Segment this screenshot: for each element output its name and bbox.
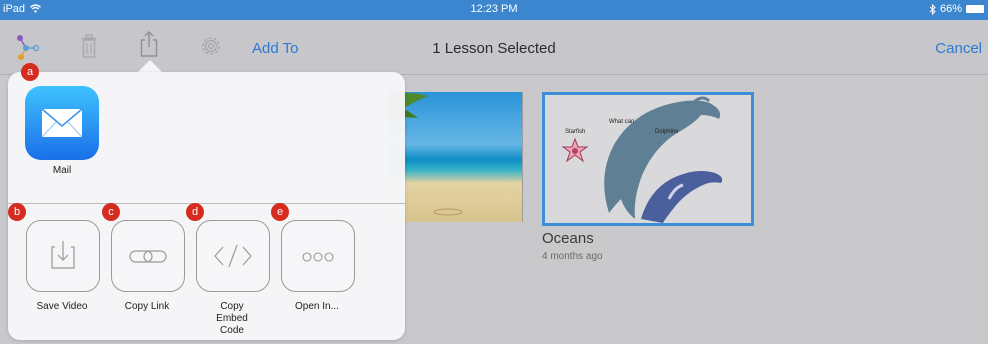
battery-icon	[966, 5, 984, 13]
annotation-badge-e: e	[271, 203, 289, 221]
share-sheet: Mail Save Video Copy Link Copy Embed Cod…	[8, 72, 405, 340]
slide-label-dolphins: Dolphins	[655, 129, 679, 135]
annotation-badge-c: c	[102, 203, 120, 221]
share-sheet-divider	[8, 203, 405, 204]
slide-label-question: What can	[609, 119, 635, 125]
envelope-icon	[41, 108, 83, 138]
mail-app-label: Mail	[52, 165, 72, 176]
status-time: 12:23 PM	[470, 3, 518, 15]
open-in-label: Open In...	[295, 301, 339, 312]
cancel-button[interactable]: Cancel	[935, 40, 982, 57]
palm-leaves-image	[387, 93, 463, 216]
page-title: 1 Lesson Selected	[432, 40, 556, 57]
open-in-button[interactable]	[281, 220, 355, 292]
lesson-title[interactable]: Oceans	[542, 230, 594, 247]
annotation-badge-a: a	[21, 63, 39, 81]
battery-percent: 66%	[939, 3, 962, 15]
link-chain-icon	[129, 250, 167, 263]
popover-arrow	[138, 60, 162, 72]
copy-link-label: Copy Link	[124, 301, 170, 312]
lesson-thumbnail-oceans[interactable]: Starfish What can Dolphins	[542, 92, 754, 226]
more-dots-icon	[302, 252, 334, 262]
copy-embed-code-button[interactable]	[196, 220, 270, 292]
mail-app-button[interactable]	[25, 86, 99, 160]
copy-embed-code-label: Copy Embed Code	[216, 301, 248, 336]
save-download-icon	[51, 241, 75, 269]
lesson-date: 4 months ago	[542, 251, 603, 262]
slide-label-starfish: Starfish	[565, 129, 586, 135]
annotation-badge-d: d	[186, 203, 204, 221]
bluetooth-icon	[929, 3, 936, 15]
code-brackets-icon	[214, 244, 252, 268]
dolphins-image	[561, 96, 723, 223]
status-right: 66%	[929, 3, 984, 15]
annotation-badge-b: b	[8, 203, 26, 221]
save-video-label: Save Video	[36, 301, 88, 312]
save-video-button[interactable]	[26, 220, 100, 292]
lesson-thumbnail-beach[interactable]	[387, 92, 523, 222]
status-bar: iPad 12:23 PM 66%	[0, 0, 988, 20]
copy-link-button[interactable]	[111, 220, 185, 292]
